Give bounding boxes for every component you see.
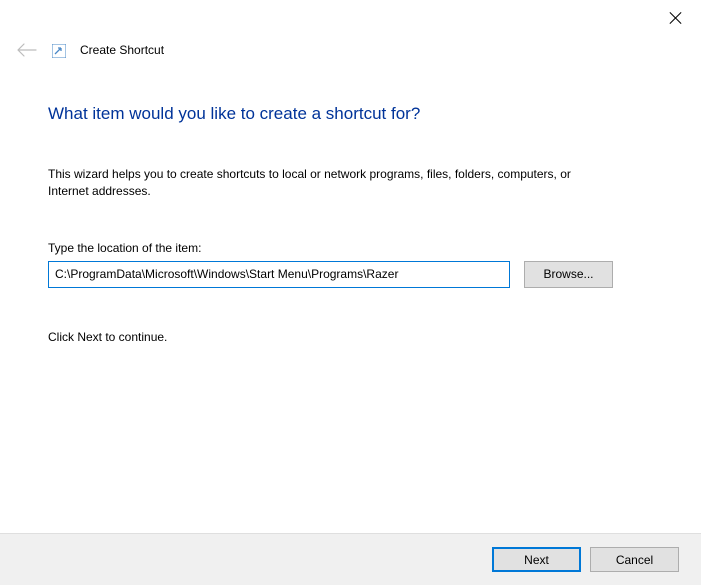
wizard-footer: Next Cancel [0, 533, 701, 585]
location-label: Type the location of the item: [48, 241, 653, 255]
intro-text: This wizard helps you to create shortcut… [48, 166, 588, 201]
back-arrow-icon [16, 39, 38, 61]
page-heading: What item would you like to create a sho… [48, 104, 653, 124]
input-row: Browse... [48, 261, 653, 288]
wizard-content: What item would you like to create a sho… [0, 64, 701, 344]
cancel-button[interactable]: Cancel [590, 547, 679, 572]
window-title: Create Shortcut [80, 43, 164, 57]
close-icon[interactable] [669, 11, 683, 25]
wizard-header: Create Shortcut [0, 36, 701, 64]
location-input[interactable] [48, 261, 510, 288]
next-button[interactable]: Next [492, 547, 581, 572]
browse-button[interactable]: Browse... [524, 261, 613, 288]
continue-text: Click Next to continue. [48, 330, 653, 344]
shortcut-icon [52, 44, 66, 58]
titlebar [0, 0, 701, 36]
